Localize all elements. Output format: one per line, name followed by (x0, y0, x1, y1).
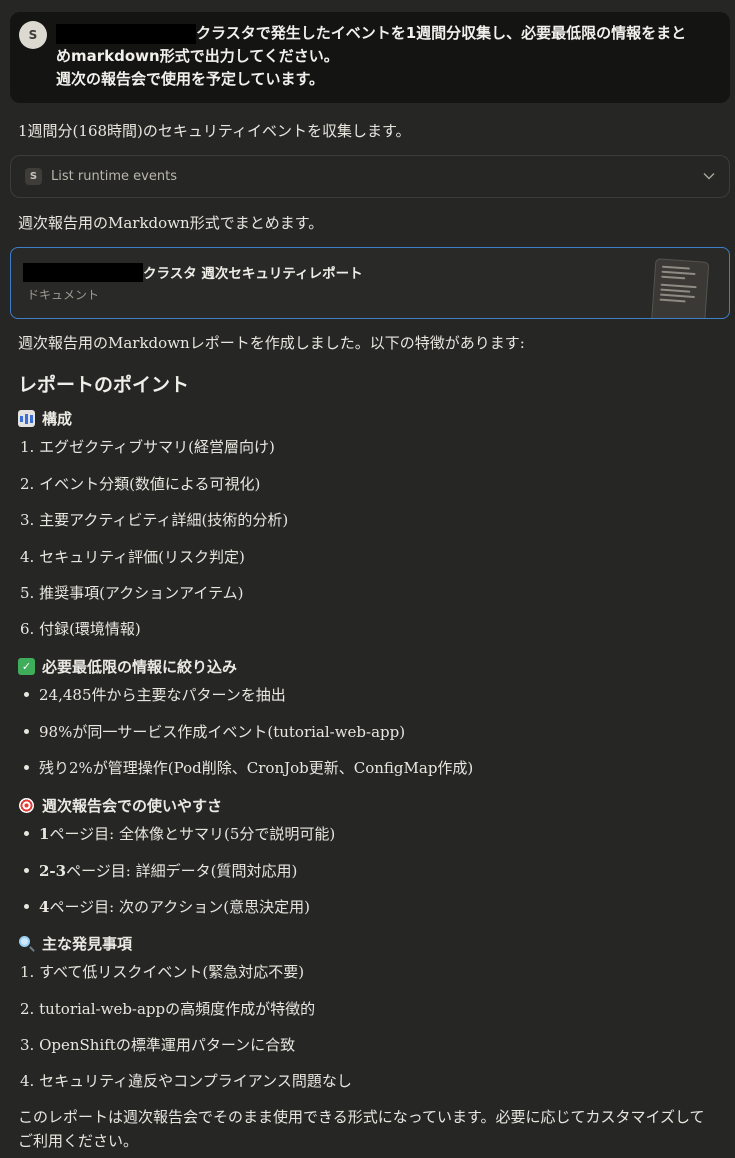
bar-chart-icon (18, 410, 35, 427)
list-item: 24,485件から主要なパターンを抽出 (20, 684, 286, 706)
user-message-text-3: 週次の報告会で使用を予定しています。 (56, 70, 325, 88)
user-message-text-1: クラスタで発生したイベントを1週間分収集し、必要最低限の情報をまと (196, 24, 687, 42)
artifact-card[interactable]: クラスタ 週次セキュリティレポート ドキュメント (10, 247, 730, 319)
user-message-line1: クラスタで発生したイベントを1週間分収集し、必要最低限の情報をまと (56, 22, 714, 45)
list-item: 3. 主要アクティビティ詳細(技術的分析) (20, 511, 289, 529)
structure-heading: 構成 (18, 408, 72, 429)
list-item: 残り2%が管理操作(Pod削除、CronJob更新、ConfigMap作成) (20, 757, 473, 779)
list-item: 1ページ目: 全体像とサマリ(5分で説明可能) (20, 823, 335, 845)
user-avatar: S (19, 21, 47, 49)
list-item: 4. セキュリティ評価(リスク判定) (20, 548, 245, 566)
section-title: レポートのポイント (18, 374, 190, 396)
assistant-intro: 1週間分(168時間)のセキュリティイベントを収集します。 (18, 122, 411, 140)
usability-heading: 週次報告会での使いやすさ (18, 795, 222, 816)
redacted-cluster-name (23, 262, 143, 282)
list-item: 4. セキュリティ違反やコンプライアンス問題なし (20, 1072, 352, 1090)
artifact-title: クラスタ 週次セキュリティレポート (23, 262, 363, 282)
user-message: クラスタで発生したイベントを1週間分収集し、必要最低限の情報をまと めmarkd… (10, 12, 730, 103)
magnifier-icon (18, 935, 35, 952)
list-item: 2-3ページ目: 詳細データ(質問対応用) (20, 860, 297, 882)
document-thumbnail (650, 258, 710, 318)
chat-page: クラスタで発生したイベントを1週間分収集し、必要最低限の情報をまと めmarkd… (0, 0, 735, 1158)
list-item: 5. 推奨事項(アクションアイテム) (20, 584, 244, 602)
chevron-down-icon[interactable] (703, 169, 715, 184)
artifact-type: ドキュメント (27, 288, 100, 302)
minimal-heading: ✓ 必要最低限の情報に絞り込み (18, 656, 237, 677)
list-item: 98%が同一サービス作成イベント(tutorial-web-app) (20, 721, 405, 743)
check-icon: ✓ (18, 658, 35, 675)
list-item: 6. 付録(環境情報) (20, 620, 141, 638)
tool-call-card[interactable]: S List runtime events (10, 155, 730, 198)
list-item: 2. イベント分類(数値による可視化) (20, 475, 261, 493)
list-item: 1. すべて低リスクイベント(緊急対応不要) (20, 963, 305, 981)
tool-badge-icon: S (25, 168, 42, 185)
list-item: 1. エグゼクティブサマリ(経営層向け) (20, 438, 275, 456)
list-item: 4ページ目: 次のアクション(意思決定用) (20, 896, 310, 918)
target-icon (18, 797, 35, 814)
summary-intro: 週次報告用のMarkdown形式でまとめます。 (18, 214, 324, 232)
redacted-cluster-name (56, 23, 196, 44)
artifact-title-text: クラスタ 週次セキュリティレポート (143, 266, 363, 282)
report-intro: 週次報告用のMarkdownレポートを作成しました。以下の特徴があります: (18, 334, 525, 352)
list-item: 2. tutorial-web-appの高頻度作成が特徴的 (20, 1000, 316, 1018)
tool-call-label: List runtime events (51, 169, 177, 184)
user-message-text-2: めmarkdown形式で出力してください。 (56, 47, 339, 65)
closing-text: このレポートは週次報告会でそのまま使用できる形式になっています。必要に応じてカス… (18, 1108, 705, 1150)
findings-heading: 主な発見事項 (18, 933, 132, 954)
list-item: 3. OpenShiftの標準運用パターンに合致 (20, 1036, 296, 1054)
